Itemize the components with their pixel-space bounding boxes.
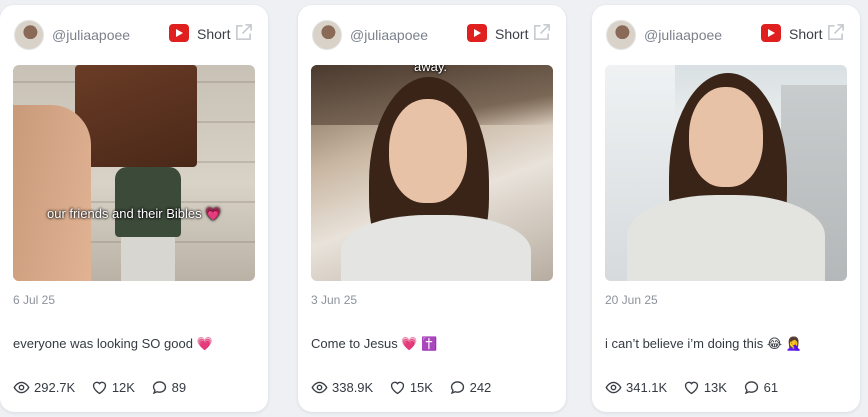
eye-icon xyxy=(605,381,622,394)
external-link-icon[interactable] xyxy=(826,23,845,42)
creator-handle[interactable]: @juliaapoee xyxy=(350,27,428,43)
eye-icon xyxy=(311,381,328,394)
avatar[interactable] xyxy=(606,20,636,50)
stats-row: 338.9K 15K 242 xyxy=(311,379,503,397)
stats-row: 341.1K 13K 61 xyxy=(605,379,790,397)
person-shorts xyxy=(121,237,175,281)
person-face xyxy=(689,87,763,187)
views-count: 341.1K xyxy=(626,380,668,395)
likes-stat: 13K xyxy=(683,379,727,396)
heart-icon xyxy=(684,381,698,395)
likes-count: 15K xyxy=(409,380,433,395)
post-date: 3 Jun 25 xyxy=(311,293,358,307)
video-thumbnail[interactable]: our friends and their Bibles 💗 xyxy=(13,65,255,281)
creator-handle[interactable]: @juliaapoee xyxy=(644,27,722,43)
video-card[interactable]: @juliaapoee Short 20 Jun 25 i can’t beli… xyxy=(592,5,860,412)
likes-count: 12K xyxy=(111,380,135,395)
youtube-icon xyxy=(467,24,487,42)
person-shirt xyxy=(115,167,181,237)
comments-stat: 61 xyxy=(743,379,778,396)
bible-book xyxy=(75,65,197,167)
eye-icon xyxy=(13,381,30,394)
video-overlay-text: our friends and their Bibles 💗 xyxy=(47,206,222,221)
person-sweater xyxy=(627,195,825,281)
views-stat: 341.1K xyxy=(605,379,667,396)
likes-stat: 12K xyxy=(91,379,135,396)
content-type-label: Short xyxy=(197,26,231,42)
likes-stat: 15K xyxy=(389,379,433,396)
likes-count: 13K xyxy=(703,380,727,395)
creator-handle[interactable]: @juliaapoee xyxy=(52,27,130,43)
comments-stat: 242 xyxy=(449,379,492,396)
card-header: @juliaapoee Short xyxy=(312,19,552,50)
video-thumbnail[interactable]: away. xyxy=(311,65,553,281)
views-count: 338.9K xyxy=(332,380,374,395)
content-type-label: Short xyxy=(495,26,529,42)
person-sweater xyxy=(341,215,531,281)
comment-icon xyxy=(152,381,166,395)
youtube-icon xyxy=(761,24,781,42)
post-caption: i can’t believe i’m doing this 😂 🤦‍♀️ xyxy=(605,336,802,351)
card-header: @juliaapoee Short xyxy=(14,19,254,50)
comments-stat: 89 xyxy=(151,379,186,396)
post-date: 20 Jun 25 xyxy=(605,293,658,307)
card-header: @juliaapoee Short xyxy=(606,19,846,50)
avatar[interactable] xyxy=(312,20,342,50)
external-link-icon[interactable] xyxy=(234,23,253,42)
views-stat: 338.9K xyxy=(311,379,373,396)
views-stat: 292.7K xyxy=(13,379,75,396)
post-caption: everyone was looking SO good 💗 xyxy=(13,336,213,351)
external-link-icon[interactable] xyxy=(532,23,551,42)
video-thumbnail[interactable] xyxy=(605,65,847,281)
video-card[interactable]: @juliaapoee Short our friends and their … xyxy=(0,5,268,412)
youtube-icon xyxy=(169,24,189,42)
views-count: 292.7K xyxy=(34,380,76,395)
heart-icon xyxy=(92,381,106,395)
post-date: 6 Jul 25 xyxy=(13,293,56,307)
content-type-label: Short xyxy=(789,26,823,42)
comments-count: 61 xyxy=(763,380,779,395)
heart-icon xyxy=(390,381,404,395)
stats-row: 292.7K 12K 89 xyxy=(13,379,198,397)
comments-count: 89 xyxy=(171,380,187,395)
person-face xyxy=(389,99,467,203)
comment-icon xyxy=(450,381,464,395)
comment-icon xyxy=(744,381,758,395)
video-overlay-text: away. xyxy=(414,65,447,74)
comments-count: 242 xyxy=(469,380,492,395)
avatar[interactable] xyxy=(14,20,44,50)
holding-arm xyxy=(13,105,91,281)
post-caption: Come to Jesus 💗 ✝️ xyxy=(311,336,438,351)
video-card[interactable]: @juliaapoee Short away. 3 Jun 25 Come to… xyxy=(298,5,566,412)
